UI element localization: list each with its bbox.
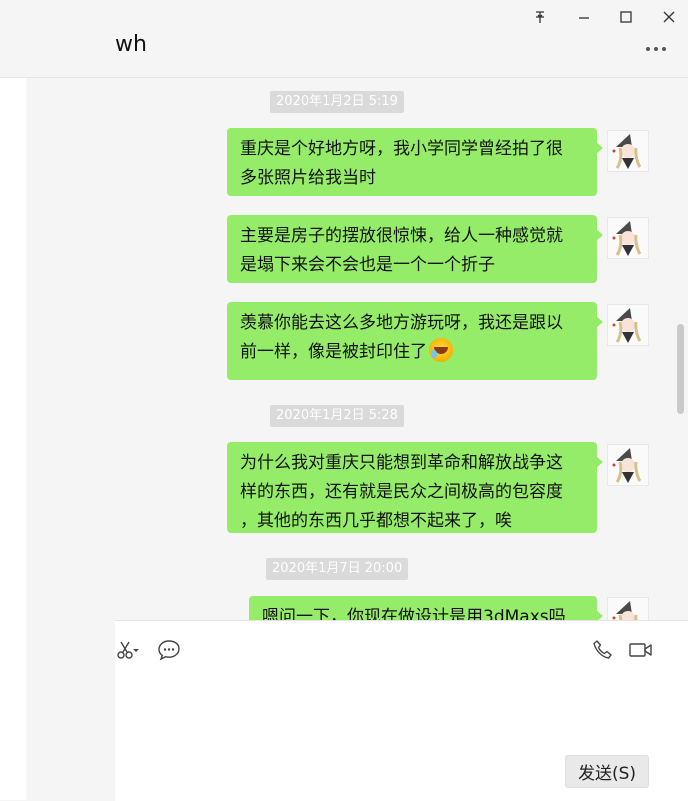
message-line: 羡慕你能去这么多地方游玩呀，我还是跟以 <box>240 313 563 333</box>
more-icon[interactable] <box>640 37 672 61</box>
message-input-area[interactable]: 发送(S) <box>115 620 688 801</box>
message-line: 嗯问一下，你现在做设计是用3dMaxs吗 <box>262 607 566 620</box>
chat-scrollbar[interactable] <box>677 324 684 414</box>
more-dot <box>654 47 658 51</box>
message-bubble[interactable]: 重庆是个好地方呀，我小学同学曾经拍了很 多张照片给我当时 <box>227 128 603 196</box>
pin-icon[interactable] <box>528 5 552 29</box>
avatar[interactable] <box>607 130 649 172</box>
timestamp: 2020年1月2日 5:19 <box>270 91 404 113</box>
sidebar-strip-bottom <box>26 620 115 800</box>
message-bubble[interactable]: 为什么我对重庆只能想到革命和解放战争这 样的东西，还有就是民众之间极高的包容度 … <box>227 442 603 533</box>
avatar[interactable] <box>607 597 649 620</box>
close-icon[interactable] <box>657 5 681 29</box>
more-dot <box>646 47 650 51</box>
maximize-icon[interactable] <box>614 5 638 29</box>
contact-name: wh <box>115 32 147 57</box>
message-bubble[interactable]: 主要是房子的摆放很惊悚，给人一种感觉就 是塌下来会不会也是一个一个折子 <box>227 215 603 283</box>
message-line: 是塌下来会不会也是一个一个折子 <box>240 255 495 275</box>
phone-icon[interactable] <box>590 637 616 663</box>
video-icon[interactable] <box>627 637 655 663</box>
more-dot <box>662 47 666 51</box>
message-bubble[interactable]: 嗯问一下，你现在做设计是用3dMaxs吗 <box>249 596 603 620</box>
message-line: 多张照片给我当时 <box>240 168 376 188</box>
avatar[interactable] <box>607 217 649 259</box>
scissors-icon[interactable] <box>115 637 141 663</box>
message-bubble[interactable]: 羡慕你能去这么多地方游玩呀，我还是跟以 前一样，像是被封印住了 <box>227 302 603 380</box>
timestamp: 2020年1月2日 5:28 <box>270 405 404 427</box>
chat-header: wh <box>0 0 688 78</box>
message-line: ，其他的东西几乎都想不起来了，唉 <box>240 511 512 531</box>
minimize-icon[interactable] <box>572 5 596 29</box>
message-line: 主要是房子的摆放很惊悚，给人一种感觉就 <box>240 226 563 246</box>
message-line: 重庆是个好地方呀，我小学同学曾经拍了很 <box>240 139 563 159</box>
send-button[interactable]: 发送(S) <box>565 755 649 788</box>
timestamp: 2020年1月7日 20:00 <box>266 558 409 580</box>
avatar[interactable] <box>607 304 649 346</box>
laugh-cry-emoji-icon <box>429 338 453 362</box>
chat-bubble-icon[interactable] <box>156 637 182 663</box>
sidebar-gap <box>0 78 26 800</box>
message-line: 样的东西，还有就是民众之间极高的包容度 <box>240 482 563 502</box>
avatar[interactable] <box>607 444 649 486</box>
message-line: 前一样，像是被封印住了 <box>240 342 427 362</box>
message-line: 为什么我对重庆只能想到革命和解放战争这 <box>240 453 563 473</box>
message-list[interactable]: 2020年1月2日 5:19 重庆是个好地方呀，我小学同学曾经拍了很 多张照片给… <box>115 78 688 620</box>
